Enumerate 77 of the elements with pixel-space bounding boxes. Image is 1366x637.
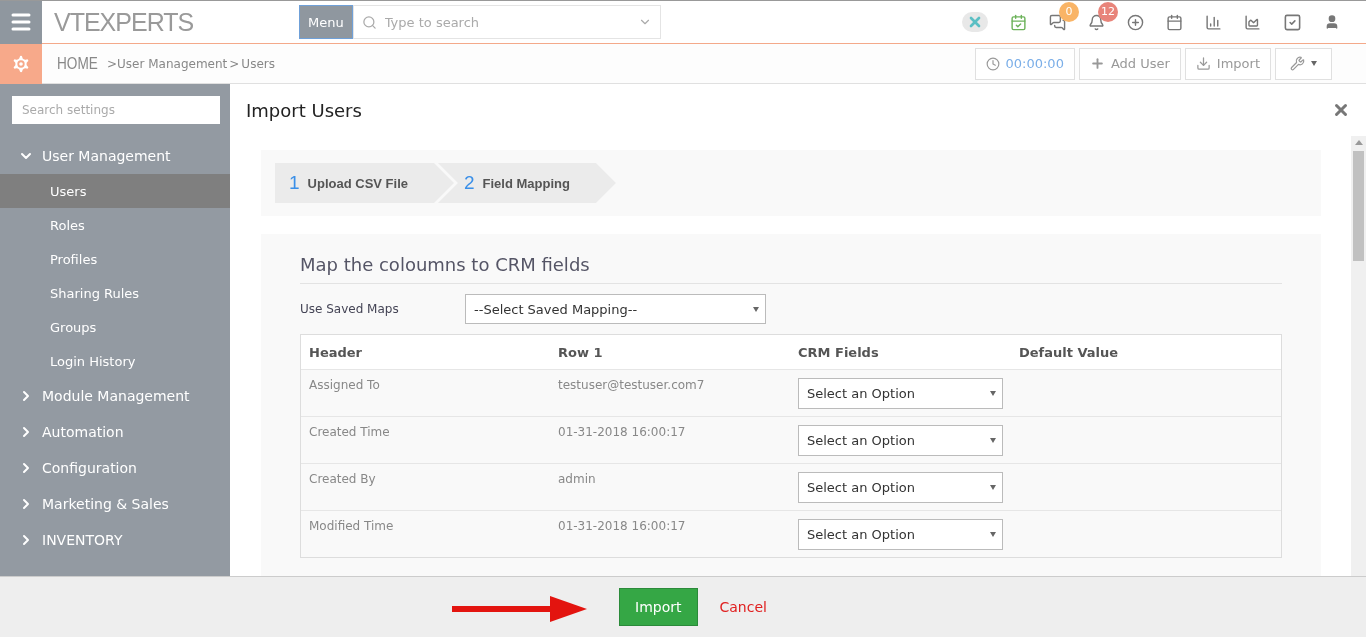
count-badge: 0: [1059, 1, 1079, 22]
field-label: Use Saved Maps: [300, 302, 400, 316]
sidebar-item[interactable]: Login History: [0, 344, 230, 378]
sidebar-section[interactable]: Marketing & Sales: [0, 486, 230, 522]
sidebar-section[interactable]: INVENTORY: [0, 522, 230, 558]
timer-button[interactable]: 00:00:00: [974, 47, 1075, 80]
breadcrumb-item[interactable]: Users: [241, 56, 275, 71]
table-cell-text: 01-31-2018 16:00:17: [558, 518, 687, 533]
search-bar[interactable]: Type to search: [352, 5, 661, 39]
table-cell-text: Created Time: [309, 424, 391, 439]
import-button[interactable]: Import: [1184, 47, 1271, 80]
count-badge: 12: [1098, 1, 1118, 22]
chat-icon[interactable]: [1049, 13, 1066, 31]
menu-button[interactable]: Menu: [299, 5, 353, 39]
add-user-button[interactable]: Add User: [1078, 47, 1181, 80]
breadcrumb-home[interactable]: HOME: [57, 54, 98, 73]
settings-dropdown-button[interactable]: [1275, 47, 1332, 80]
logo: VTEXPERTS: [54, 7, 195, 37]
search-icon: [361, 14, 377, 30]
import-button[interactable]: Import: [619, 588, 698, 626]
settings-icon[interactable]: [0, 43, 42, 84]
clock-icon: [985, 56, 1000, 71]
download-icon: [1195, 56, 1211, 71]
table-cell-text: Modified Time: [309, 518, 395, 533]
wizard-step: 1 Upload CSV File: [275, 163, 454, 203]
modal-title: Import Users: [246, 99, 362, 121]
cancel-link[interactable]: Cancel: [719, 599, 767, 615]
close-icon[interactable]: [1332, 101, 1350, 119]
section-label: User Management: [42, 148, 171, 164]
scrollbar[interactable]: [1351, 136, 1366, 576]
caret-icon: [1311, 61, 1317, 66]
checkbox-icon[interactable]: [1283, 12, 1302, 32]
wrench-icon: [1290, 56, 1305, 71]
section-label: Configuration: [42, 460, 137, 476]
search-settings-field[interactable]: Search settings: [12, 96, 220, 124]
wizard-step: 2 Field Mapping: [438, 163, 616, 203]
saved-mapping-select[interactable]: --Select Saved Mapping--: [465, 294, 766, 324]
table-cell-text: admin: [558, 471, 597, 486]
sidebar-item[interactable]: Roles: [0, 208, 230, 242]
sidebar-item[interactable]: Profiles: [0, 242, 230, 276]
table-cell-text: Created By: [309, 471, 377, 486]
column-header: Default Value: [1019, 344, 1120, 360]
sidebar-item[interactable]: Sharing Rules: [0, 276, 230, 310]
calendar-check-icon[interactable]: [1010, 13, 1027, 31]
x-logo-icon[interactable]: [962, 12, 988, 32]
crm-field-select[interactable]: Select an Option: [798, 519, 1003, 550]
plus-icon: [1089, 56, 1105, 71]
bell-icon[interactable]: [1088, 13, 1105, 31]
sidebar-section[interactable]: Automation: [0, 414, 230, 450]
sidebar-item[interactable]: Users: [0, 174, 230, 208]
crm-field-select[interactable]: Select an Option: [798, 425, 1003, 456]
sidebar-section[interactable]: Configuration: [0, 450, 230, 486]
table-cell-text: testuser@testuser.com7: [558, 377, 706, 392]
bar-chart-icon[interactable]: [1205, 13, 1222, 31]
crm-field-select[interactable]: Select an Option: [798, 472, 1003, 503]
breadcrumb-item[interactable]: >User Management: [107, 56, 228, 71]
column-header: CRM Fields: [798, 344, 880, 360]
section-label: Automation: [42, 424, 124, 440]
calendar-icon[interactable]: [1166, 13, 1183, 31]
table-cell-text: 01-31-2018 16:00:17: [558, 424, 687, 439]
section-label: Marketing & Sales: [42, 496, 169, 512]
crm-field-select[interactable]: Select an Option: [798, 378, 1003, 409]
section-label: INVENTORY: [42, 532, 123, 548]
user-icon[interactable]: [1324, 14, 1340, 30]
arrow-icon: [452, 596, 587, 622]
column-header: Row 1: [558, 344, 604, 360]
breadcrumb-item[interactable]: >: [229, 56, 240, 71]
table-cell-text: Assigned To: [309, 377, 381, 392]
area-chart-icon[interactable]: [1244, 13, 1261, 31]
sidebar-section[interactable]: Module Management: [0, 378, 230, 414]
sidebar-item[interactable]: Groups: [0, 310, 230, 344]
menu-button[interactable]: [0, 0, 42, 44]
sidebar-section[interactable]: User Management: [0, 138, 230, 174]
column-header: Header: [309, 344, 363, 360]
section-heading: Map the coloumns to CRM fields: [300, 254, 1282, 284]
section-label: Module Management: [42, 388, 190, 404]
add-icon[interactable]: [1127, 13, 1144, 31]
